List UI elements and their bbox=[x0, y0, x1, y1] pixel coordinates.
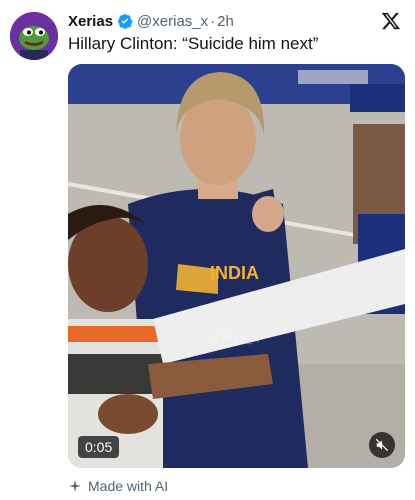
avatar-frog-icon bbox=[10, 12, 58, 60]
avatar[interactable] bbox=[10, 12, 58, 60]
video-watermark: XERIAS_X bbox=[208, 334, 261, 344]
ai-label[interactable]: Made with AI bbox=[68, 478, 168, 494]
separator-dot: · bbox=[210, 12, 216, 30]
sparkle-icon bbox=[69, 480, 81, 492]
tweet-text: Hillary Clinton: “Suicide him next” bbox=[68, 34, 319, 53]
display-name[interactable]: Xerias bbox=[68, 13, 113, 30]
video-duration: 0:05 bbox=[78, 436, 120, 458]
ai-label-text: Made with AI bbox=[88, 478, 169, 494]
mute-button[interactable] bbox=[369, 432, 395, 458]
timestamp[interactable]: 2h bbox=[217, 13, 234, 30]
video-frame: INDIA bbox=[68, 64, 405, 468]
video-player[interactable]: INDIA XERIAS_X 0:05 bbox=[68, 64, 405, 468]
jersey-text: INDIA bbox=[210, 263, 259, 283]
mute-icon bbox=[375, 438, 389, 452]
x-logo-icon[interactable] bbox=[381, 11, 401, 31]
handle[interactable]: @xerias_x bbox=[137, 13, 208, 30]
verified-badge-icon bbox=[118, 14, 133, 29]
tweet-header: Xerias @xerias_x · 2h bbox=[68, 10, 405, 32]
